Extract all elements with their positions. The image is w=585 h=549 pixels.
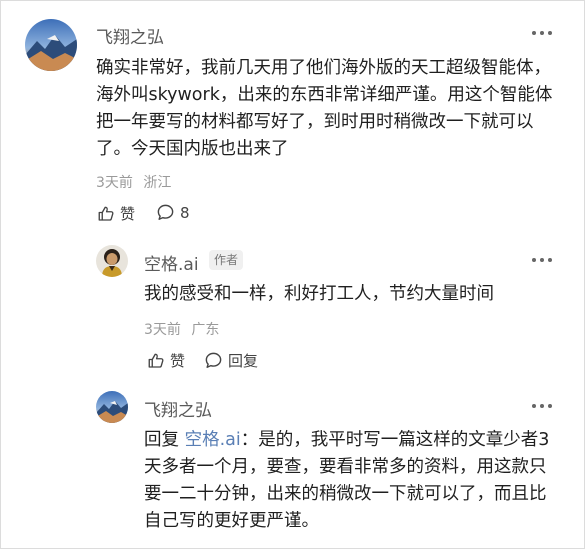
- reply-count: 8: [180, 203, 190, 222]
- reply-count-button[interactable]: 8: [156, 203, 190, 222]
- reply-label: 回复: [228, 352, 259, 370]
- comment-thread: 飞翔之弘 确实非常好，我前几天用了他们海外版的天工超级智能体，海外叫skywor…: [0, 0, 585, 549]
- like-button[interactable]: 赞: [147, 350, 185, 371]
- like-label: 赞: [170, 352, 186, 370]
- comment-bubble-icon: [157, 204, 174, 220]
- avatar[interactable]: [96, 391, 128, 423]
- comment-meta: 3天前 浙江: [96, 172, 171, 192]
- mention-link[interactable]: 空格.ai: [185, 430, 241, 450]
- more-options-icon[interactable]: [532, 254, 552, 266]
- comment-time: 3天前: [144, 322, 181, 338]
- like-label: 赞: [120, 205, 136, 223]
- comment-text: 确实非常好，我前几天用了他们海外版的天工超级智能体，海外叫skywork，出来的…: [96, 58, 553, 159]
- thumbs-up-icon: [98, 206, 114, 221]
- author-name[interactable]: 空格.ai: [144, 250, 199, 275]
- thumbs-up-icon: [148, 353, 164, 368]
- comment-location: 广东: [191, 322, 220, 338]
- avatar[interactable]: [96, 245, 128, 277]
- comment-time: 3天前: [96, 175, 133, 191]
- like-button[interactable]: 赞: [97, 203, 135, 224]
- comment-bubble-icon: [205, 352, 222, 368]
- comment-location: 浙江: [143, 175, 172, 191]
- author-badge: 作者: [209, 250, 244, 270]
- reply-text: 回复 空格.ai：是的，我平时写一篇这样的文章少者3天多者一个月，要查，要看非常…: [144, 427, 560, 535]
- more-options-icon[interactable]: [532, 400, 552, 412]
- comment-text: 我的感受和一样，利好打工人，节约大量时间: [144, 284, 494, 304]
- more-options-icon[interactable]: [532, 27, 552, 39]
- reply-button[interactable]: 回复: [204, 350, 258, 371]
- author-name[interactable]: 飞翔之弘: [144, 396, 212, 421]
- avatar[interactable]: [25, 19, 77, 71]
- author-name[interactable]: 飞翔之弘: [96, 23, 164, 48]
- comment-meta: 3天前 广东: [144, 319, 219, 339]
- reply-prefix: 回复: [144, 430, 179, 450]
